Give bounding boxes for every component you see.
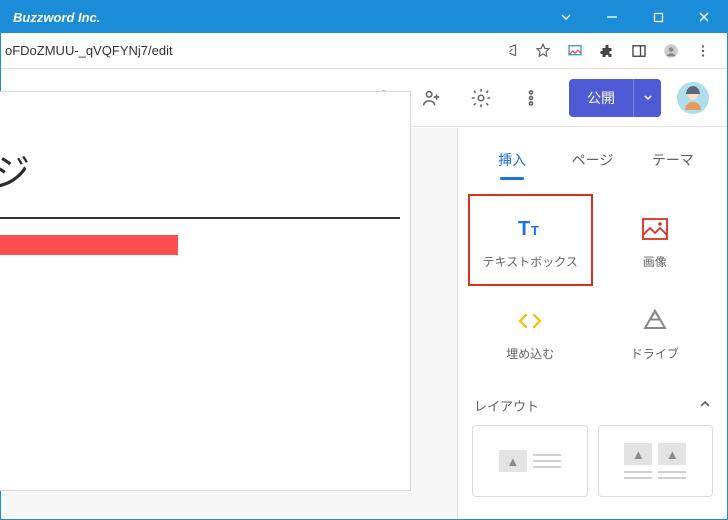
screenshot-icon[interactable]: [559, 35, 591, 67]
lines-icon: [658, 471, 686, 479]
url-text[interactable]: oFDoZMUU-_qVQFYNj7/edit: [1, 43, 495, 58]
thumb-icon: ▲: [499, 450, 527, 472]
kebab-menu-icon[interactable]: [687, 35, 719, 67]
lines-icon: [624, 471, 652, 479]
tab-insert[interactable]: 挿入: [472, 140, 552, 180]
maximize-button[interactable]: [635, 1, 681, 33]
highlight-bar[interactable]: [0, 235, 178, 255]
star-icon[interactable]: [527, 35, 559, 67]
page[interactable]: ジ: [0, 91, 411, 491]
profile-icon[interactable]: [655, 35, 687, 67]
share-add-person-button[interactable]: [409, 78, 453, 118]
window-titlebar: Buzzword Inc.: [1, 1, 727, 33]
drive-icon: [642, 303, 668, 339]
layout-template-2[interactable]: ▲ ▲: [598, 425, 714, 497]
textbox-icon: TT: [515, 211, 545, 247]
insert-label: テキストボックス: [483, 255, 578, 269]
publish-button-group: 公開: [569, 79, 661, 117]
tab-theme[interactable]: テーマ: [633, 140, 713, 180]
settings-button[interactable]: [459, 78, 503, 118]
layout-template-1[interactable]: ▲: [472, 425, 588, 497]
panel-tabs: 挿入 ページ テーマ: [458, 128, 727, 180]
extensions-icon[interactable]: [591, 35, 623, 67]
share-icon[interactable]: [495, 35, 527, 67]
insert-grid: TT テキストボックス 画像 埋め込む ドライブ: [458, 180, 727, 382]
thumb-icon: ▲: [658, 443, 686, 465]
editor-canvas[interactable]: ジ: [1, 128, 457, 519]
layout-templates: ▲ ▲ ▲: [458, 425, 727, 497]
insert-label: ドライブ: [631, 347, 679, 361]
side-panel: 挿入 ページ テーマ TT テキストボックス 画像 埋め込む ドライブ レイア: [457, 128, 727, 519]
more-button[interactable]: [509, 78, 553, 118]
insert-image[interactable]: 画像: [593, 194, 718, 286]
page-heading[interactable]: ジ: [0, 142, 400, 219]
minimize-button[interactable]: [589, 1, 635, 33]
lines-icon: [533, 454, 561, 468]
svg-text:T: T: [531, 223, 539, 238]
chevron-up-icon: [699, 398, 711, 413]
insert-label: 埋め込む: [506, 347, 554, 361]
embed-icon: [516, 303, 544, 339]
insert-embed[interactable]: 埋め込む: [468, 286, 593, 378]
image-icon: [642, 211, 668, 247]
insert-drive[interactable]: ドライブ: [593, 286, 718, 378]
chevron-down-icon[interactable]: [543, 1, 589, 33]
window-controls: [543, 1, 727, 33]
window-title: Buzzword Inc.: [13, 10, 543, 25]
svg-text:T: T: [518, 218, 530, 240]
tab-page[interactable]: ページ: [552, 140, 632, 180]
thumb-icon: ▲: [624, 443, 652, 465]
layout-label: レイアウト: [474, 396, 539, 415]
close-button[interactable]: [681, 1, 727, 33]
address-bar: oFDoZMUU-_qVQFYNj7/edit: [1, 33, 727, 69]
workarea: ジ 挿入 ページ テーマ TT テキストボックス 画像 埋め込む: [1, 128, 727, 519]
insert-textbox[interactable]: TT テキストボックス: [468, 194, 593, 286]
account-avatar[interactable]: [677, 82, 709, 114]
publish-button[interactable]: 公開: [569, 79, 633, 117]
sidepanel-icon[interactable]: [623, 35, 655, 67]
insert-label: 画像: [643, 255, 667, 269]
publish-dropdown[interactable]: [633, 79, 661, 117]
layout-section-header[interactable]: レイアウト: [458, 382, 727, 425]
